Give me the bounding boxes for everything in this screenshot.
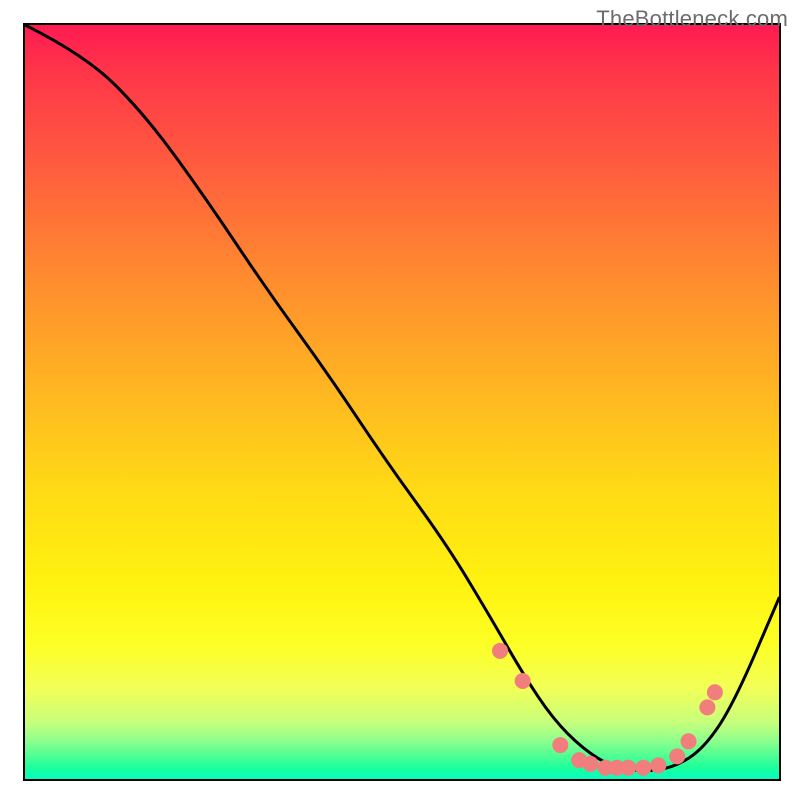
bottleneck-curve (25, 25, 779, 771)
curve-layer (25, 25, 779, 779)
plot-area (23, 23, 781, 781)
chart-frame: TheBottleneck.com (0, 0, 800, 800)
attribution-label: TheBottleneck.com (596, 6, 788, 32)
trough-dot (650, 757, 666, 773)
trough-dot (492, 643, 508, 659)
trough-dot (669, 748, 685, 764)
trough-dots (492, 643, 723, 776)
trough-dot (552, 737, 568, 753)
trough-dot (583, 756, 599, 772)
trough-dot (635, 760, 651, 776)
trough-dot (620, 760, 636, 776)
trough-dot (515, 673, 531, 689)
trough-dot (699, 699, 715, 715)
trough-dot (707, 684, 723, 700)
trough-dot (681, 733, 697, 749)
